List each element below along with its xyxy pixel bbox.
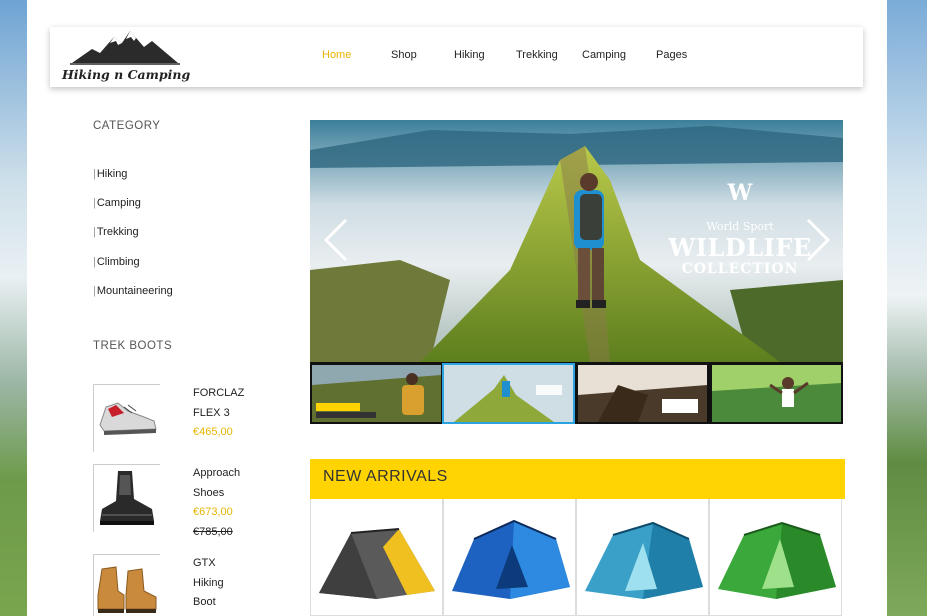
slide-logo-letter: W [727,180,753,206]
nav-home[interactable]: Home [322,49,351,61]
product-info: Approach Shoes €673,00 €785,00 [193,464,273,542]
product-card[interactable] [576,499,709,616]
slide-subtitle: World Sport [706,220,774,233]
product-image[interactable] [93,384,160,452]
tent-image [319,528,435,599]
tent-image [452,519,570,599]
product-card[interactable] [709,499,842,616]
category-divider: | [93,197,96,209]
category-divider: | [93,226,96,238]
nav-camping[interactable]: Camping [582,49,626,61]
nav-pages[interactable]: Pages [656,49,687,61]
hero-slider[interactable]: W World Sport WILDLIFE COLLECTION [310,120,843,362]
product-name-line[interactable]: Approach [193,464,273,484]
product-item[interactable]: Approach Shoes €673,00 €785,00 [93,464,273,538]
slider-thumb-4[interactable] [712,365,841,422]
product-name-line[interactable]: Boot [193,593,273,613]
site-header: Hiking n Camping Home Shop Hiking Trekki… [50,27,863,87]
category-item-trekking[interactable]: |Trekking [93,226,139,238]
logo-text: Hiking n Camping [62,67,191,82]
product-name-line[interactable]: FLEX 3 [193,404,273,424]
product-price: €465,00 [193,426,233,438]
category-title: CATEGORY [93,120,161,132]
product-item[interactable]: FORCLAZ FLEX 3 €465,00 [93,384,273,454]
nav-hiking[interactable]: Hiking [454,49,485,61]
category-item-hiking[interactable]: |Hiking [93,168,127,180]
product-item[interactable]: GTX Hiking Boot [93,554,273,616]
product-info: GTX Hiking Boot [193,554,273,613]
category-divider: | [93,256,96,268]
slider-thumb-2[interactable] [442,363,575,424]
category-item-camping[interactable]: |Camping [93,197,141,209]
sneaker-icon [99,402,157,435]
tent-image [585,521,703,599]
mountain-logo-icon [70,31,180,65]
slide-tagline: COLLECTION [681,261,799,277]
category-label: Trekking [96,226,139,238]
tent-image [718,521,836,599]
new-arrivals-header: NEW ARRIVALS [310,459,845,499]
category-item-mountaineering[interactable]: |Mountaineering [93,285,173,297]
site-logo[interactable]: Hiking n Camping [62,27,191,87]
new-arrivals-title: NEW ARRIVALS [323,468,448,485]
product-name-line[interactable]: Shoes [193,484,273,504]
slider-prev-arrow-icon[interactable] [322,218,352,262]
product-price: €673,00 [193,506,233,518]
slider-thumb-1[interactable] [312,365,441,422]
category-label: Hiking [96,168,128,180]
slide-title: WILDLIFE [668,233,812,262]
background-mountain-right [887,0,927,616]
category-label: Climbing [96,256,140,268]
slide-caption: W World Sport WILDLIFE COLLECTION [665,180,815,277]
category-label: Mountaineering [96,285,173,297]
product-card[interactable] [443,499,576,616]
product-old-price: €785,00 [193,525,233,538]
boot-icon [100,471,154,525]
product-name-line[interactable]: FORCLAZ [193,384,273,404]
nav-shop[interactable]: Shop [391,49,417,61]
product-info: FORCLAZ FLEX 3 €465,00 [193,384,273,443]
nav-trekking[interactable]: Trekking [516,49,558,61]
slider-thumbnails [310,362,843,424]
trek-boots-title: TREK BOOTS [93,340,173,352]
slider-next-arrow-icon[interactable] [802,218,832,262]
category-label: Camping [96,197,141,209]
category-divider: | [93,285,96,297]
product-name-line[interactable]: GTX [193,554,273,574]
product-card[interactable] [310,499,443,616]
product-image[interactable] [93,464,160,532]
slider-thumb-3[interactable] [578,365,707,422]
product-name-line[interactable]: Hiking [193,574,273,594]
category-item-climbing[interactable]: |Climbing [93,256,140,268]
new-arrivals-grid [310,499,845,616]
leather-boot-icon [97,566,157,613]
product-image[interactable] [93,554,160,616]
category-divider: | [93,168,96,180]
